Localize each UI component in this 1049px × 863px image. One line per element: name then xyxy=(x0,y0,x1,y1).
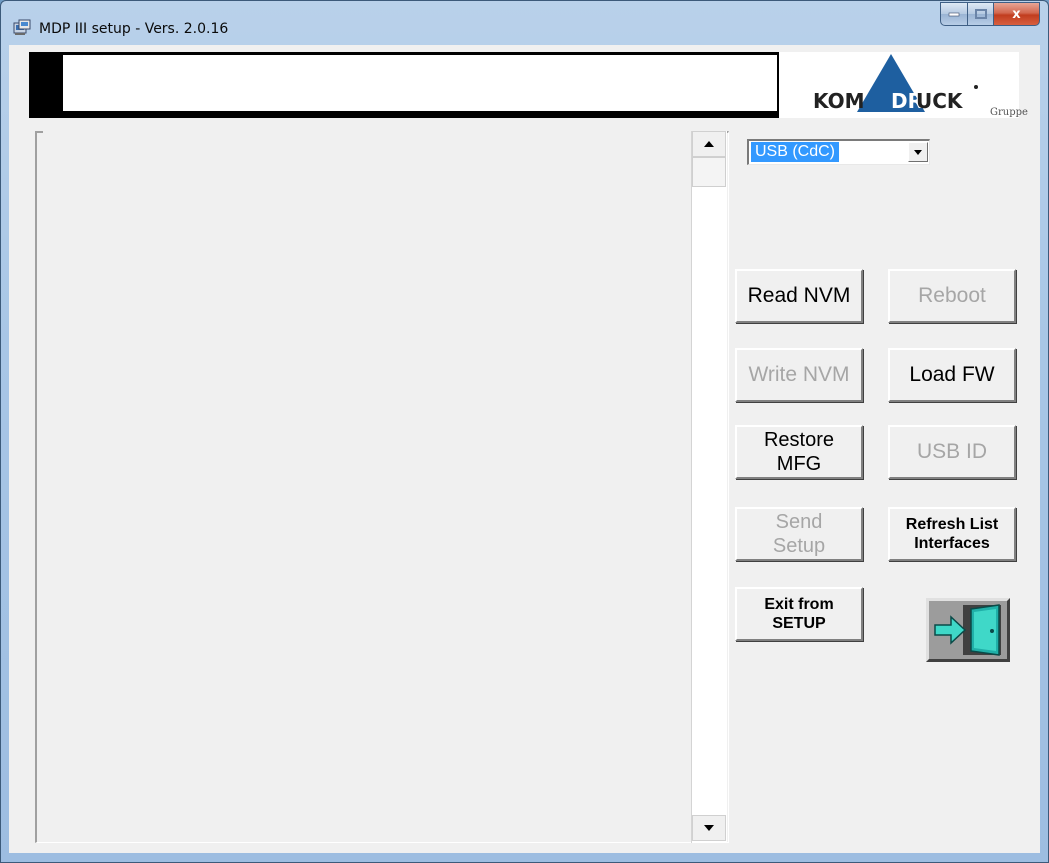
scroll-down-button[interactable] xyxy=(692,815,726,841)
app-icon[interactable] xyxy=(13,19,31,37)
refresh-list-label-line2: Interfaces xyxy=(914,535,990,552)
chevron-down-icon xyxy=(914,149,922,155)
logo-gruppe: Gruppe xyxy=(990,107,1028,118)
logo-text-uck: UCK xyxy=(916,89,963,113)
title-bar[interactable]: MDP III setup - Vers. 2.0.16 x xyxy=(1,1,1048,45)
interface-select-dropdown-button[interactable] xyxy=(908,142,928,162)
restore-mfg-label-line2: MFG xyxy=(776,453,822,475)
app-window: MDP III setup - Vers. 2.0.16 x KOM DR UC… xyxy=(0,0,1049,863)
exit-from-setup-button[interactable]: Exit from SETUP xyxy=(735,587,863,641)
reboot-label: Reboot xyxy=(918,284,986,307)
minimize-button[interactable] xyxy=(940,2,968,26)
interface-select-value: USB (CdC) xyxy=(749,141,841,163)
restore-mfg-label-line1: Restore xyxy=(763,429,835,451)
usb-id-button[interactable]: USB ID xyxy=(888,425,1016,479)
usb-id-label: USB ID xyxy=(916,440,987,463)
send-setup-button[interactable]: Send Setup xyxy=(735,507,863,561)
write-nvm-label: Write NVM xyxy=(748,363,850,386)
minimize-icon xyxy=(948,12,960,17)
exit-label-line1: Exit from xyxy=(764,596,834,613)
log-list[interactable] xyxy=(43,131,695,837)
exit-label-line2: SETUP xyxy=(772,615,826,632)
window-title: MDP III setup - Vers. 2.0.16 xyxy=(39,21,229,37)
restore-mfg-button[interactable]: Restore MFG xyxy=(735,425,863,479)
exit-door-button[interactable] xyxy=(926,598,1010,662)
logo-text-kom: KOM xyxy=(813,89,865,113)
refresh-list-label-line1: Refresh List xyxy=(905,516,999,533)
scroll-up-button[interactable] xyxy=(692,131,726,157)
vertical-scrollbar[interactable] xyxy=(691,131,727,843)
load-fw-button[interactable]: Load FW xyxy=(888,348,1016,402)
maximize-button[interactable] xyxy=(968,2,994,26)
scroll-down-arrow-icon xyxy=(704,825,714,831)
close-icon: x xyxy=(1012,6,1021,22)
write-nvm-button[interactable]: Write NVM xyxy=(735,348,863,402)
caption-buttons: x xyxy=(940,2,1040,26)
load-fw-label: Load FW xyxy=(909,363,995,386)
logo-dot xyxy=(974,85,978,89)
close-button[interactable]: x xyxy=(994,2,1040,26)
banner-field xyxy=(63,55,777,111)
send-setup-label-line1: Send xyxy=(775,511,823,533)
refresh-list-interfaces-button[interactable]: Refresh List Interfaces xyxy=(888,507,1016,561)
client-area: KOM DR UCK Gruppe USB (CdC) Read NVM Reb… xyxy=(9,45,1040,853)
reboot-button[interactable]: Reboot xyxy=(888,269,1016,323)
read-nvm-button[interactable]: Read NVM xyxy=(735,269,863,323)
read-nvm-label: Read NVM xyxy=(747,284,851,307)
scroll-up-arrow-icon xyxy=(704,141,714,147)
send-setup-label-line2: Setup xyxy=(772,535,826,557)
interface-select[interactable]: USB (CdC) xyxy=(747,139,930,165)
scroll-thumb[interactable] xyxy=(692,157,726,187)
maximize-icon xyxy=(974,9,987,19)
exit-door-icon xyxy=(929,601,1007,659)
